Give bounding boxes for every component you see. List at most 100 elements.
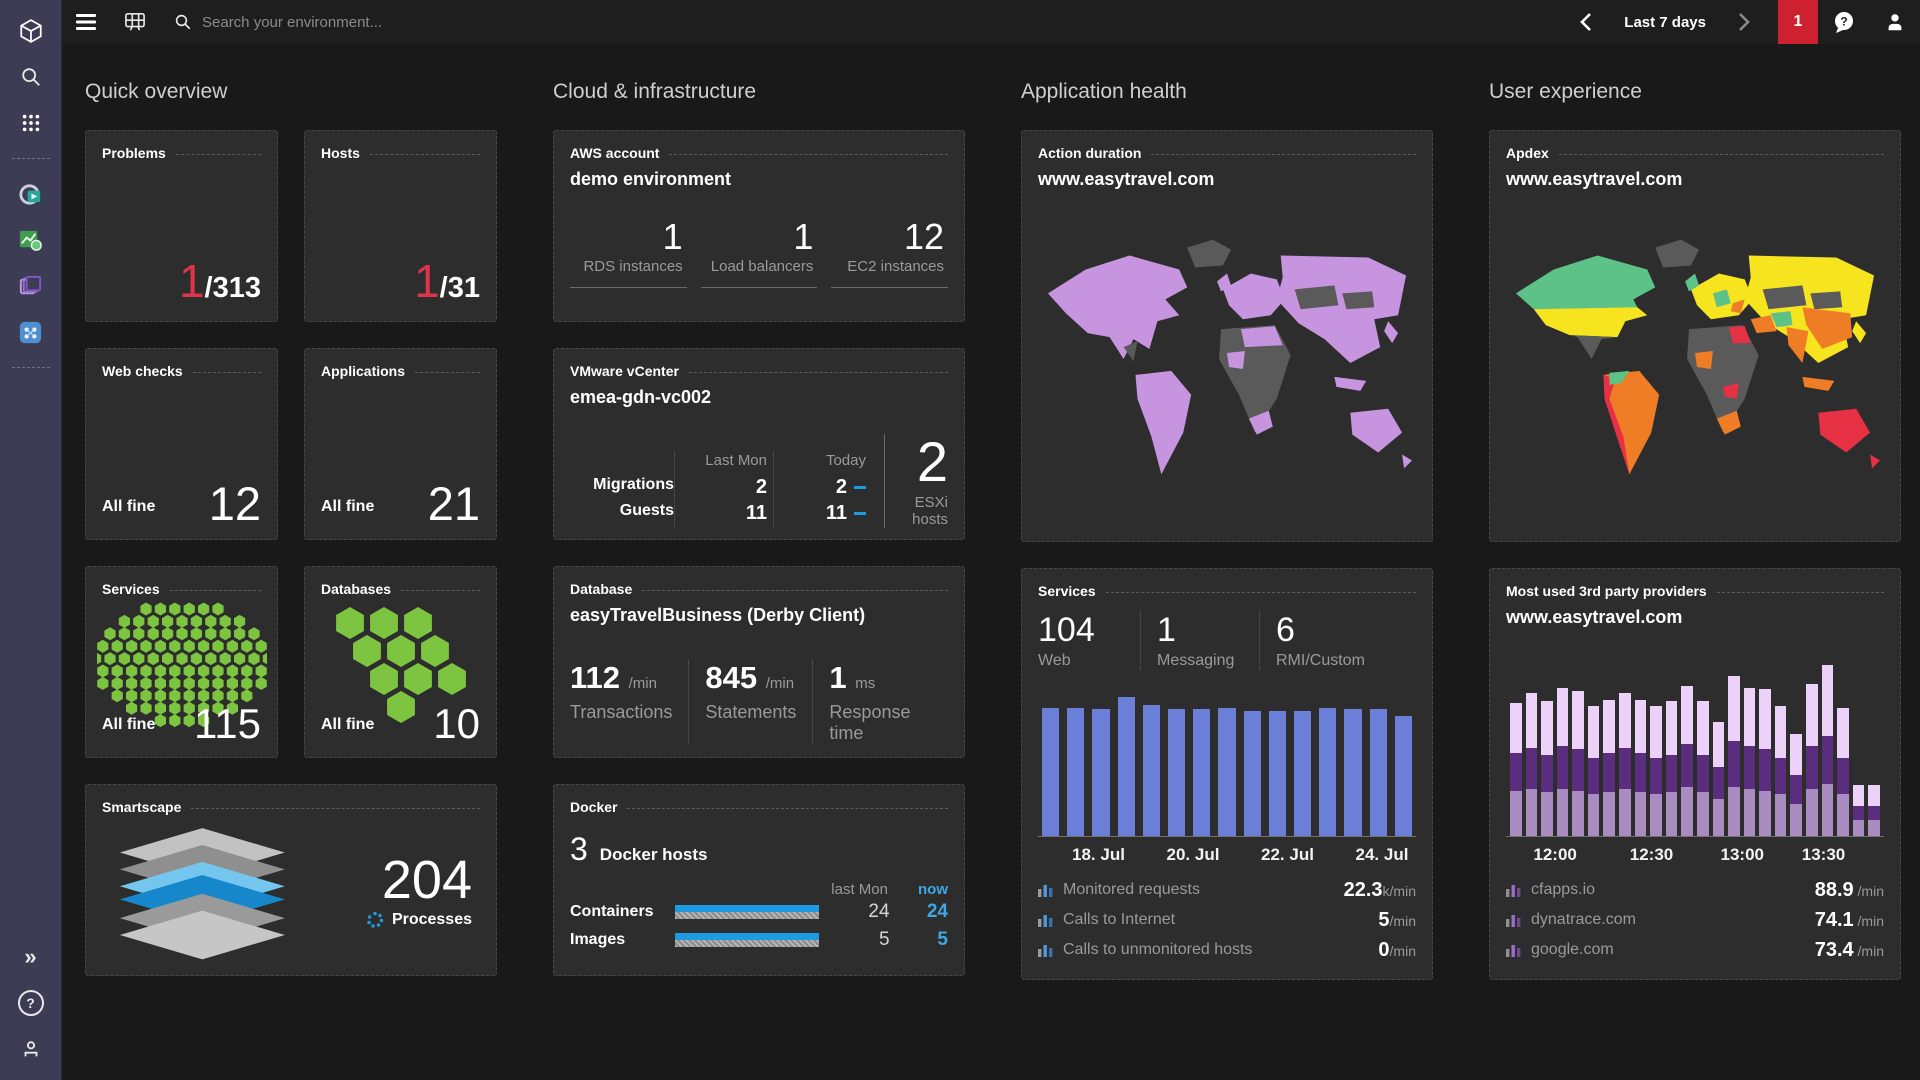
map-region-mexico [1569,334,1618,359]
tile-action-duration[interactable]: Action duration www.easytravel.com [1021,130,1433,542]
timeframe-prev-icon[interactable] [1566,0,1606,44]
tile-services-health[interactable]: Services 104 Web 1 Messaging 6 RMI/Custo… [1021,568,1433,980]
stacked-bar [1868,785,1880,837]
trend-flat-icon [854,512,866,515]
tile-hosts[interactable]: Hosts 1/31 [304,130,497,322]
sidebar-divider [11,158,50,159]
tile-title: Database [570,581,633,597]
services-bar-chart: 18. Jul 20. Jul 22. Jul 24. Jul [1038,684,1416,869]
status-text: All fine [102,498,156,515]
sidebar-item-smartscape-icon[interactable] [0,217,62,263]
docker-row-containers: Containers 24 24 [570,901,948,922]
map-region-asia [1276,255,1407,363]
stacked-bar [1728,675,1740,837]
tile-3rd-party-providers[interactable]: Most used 3rd party providers www.easytr… [1489,568,1901,980]
bar [1117,697,1135,837]
column-title: Quick overview [85,80,228,103]
search-icon[interactable] [0,54,62,100]
dashboards-icon[interactable] [110,0,160,44]
tile-web-checks[interactable]: Web checks All fine 12 [85,348,278,540]
aws-stat-ec2: 12 EC2 instances [831,218,949,288]
tile-databases[interactable]: Databases All fine 10 [304,566,497,758]
tile-applications[interactable]: Applications All fine 21 [304,348,497,540]
sidebar-help-icon[interactable]: ? [0,980,62,1026]
timeframe-next-icon[interactable] [1724,0,1764,44]
sidebar-user-icon[interactable] [0,1026,62,1072]
hosts-total-count: /31 [439,272,480,304]
map-region-kazakh [1762,284,1807,309]
stacked-bar [1603,699,1616,837]
processes-count: 204 [381,850,472,911]
map-region-usa [1533,306,1648,337]
help-chat-icon[interactable]: ? [1818,0,1870,44]
map-region-na [1047,255,1188,359]
tile-aws-account[interactable]: AWS account demo environment 1 RDS insta… [553,130,965,322]
map-region-canada [1515,255,1656,313]
sidebar-item-deployment-icon[interactable] [0,171,62,217]
docker-hosts-label: Docker hosts [599,845,708,864]
tile-vmware-vcenter[interactable]: VMware vCenter emea-gdn-vc002 Migrations… [553,348,965,540]
sidebar-item-network-icon[interactable] [0,309,62,355]
tile-title: VMware vCenter [570,363,679,379]
map-region-kazakh [1294,284,1339,309]
environment-search[interactable]: Search your environment... [160,0,396,44]
esxi-hosts-stat: 2 ESXi hosts [884,434,948,528]
column-header: now [918,881,948,898]
column-header: Last Mon [705,452,767,469]
images-bar [675,933,820,947]
tile-title: Hosts [321,145,360,161]
x-tick-label: 22. Jul [1261,845,1314,864]
aws-stat-load-balancers: 1 Load balancers [700,218,818,288]
user-account-icon[interactable] [1870,0,1920,44]
search-input[interactable]: Search your environment... [202,14,382,31]
metric-row-google: google.com 73.4 /min [1506,935,1884,965]
sidebar-item-technologies-icon[interactable] [0,263,62,309]
metric-row-calls-internet: Calls to Internet 5/min [1038,905,1416,935]
services-stat-messaging: 1 Messaging [1140,611,1259,670]
x-tick-label: 13:30 [1801,845,1846,864]
vmware-table: Migrations Guests Last Mon 2 11 Today 2 [570,434,948,528]
dynatrace-app: » ? Search your environment... Last 7 da… [0,0,1920,1080]
bar [1294,710,1312,837]
column-title: Application health [1021,80,1187,103]
tile-apdex[interactable]: Apdex www.easytravel.com [1489,130,1901,542]
map-region-australia [1350,408,1403,453]
problems-total-count: /313 [204,272,261,304]
timeframe-selector[interactable]: Last 7 days [1606,14,1724,31]
mini-bar-chart-icon [1038,915,1053,927]
smartscape-layers-icon [119,828,285,960]
tile-title: Problems [102,145,166,161]
bar [1394,716,1413,837]
tile-title: Applications [321,363,406,379]
apps-grid-icon[interactable] [0,100,62,146]
services-stat-web: 104 Web [1038,611,1095,669]
application-name: www.easytravel.com [1506,169,1683,189]
web-checks-count: 12 [208,476,261,530]
map-region-af_w [1695,350,1713,369]
hamburger-menu-icon[interactable] [62,0,110,44]
db-stat-response-time: 1 ms Response time [812,660,948,744]
map-region-sa [1135,370,1192,474]
stacked-bar [1681,685,1693,837]
main-area: Search your environment... Last 7 days 1… [62,0,1920,1080]
tile-title: AWS account [570,145,660,161]
map-region-greenland [1655,239,1699,267]
status-text: All fine [321,498,375,515]
tile-services[interactable]: Services All fine 115 [85,566,278,758]
stacked-bar [1821,665,1834,837]
services-stat-rmi: 6 RMI/Custom [1259,611,1381,670]
dynatrace-logo-icon[interactable] [0,8,62,54]
status-text: All fine [102,716,156,733]
bar [1168,709,1186,837]
tile-database[interactable]: Database easyTravelBusiness (Derby Clien… [553,566,965,758]
tile-smartscape[interactable]: Smartscape 204 Processes [85,784,497,976]
stacked-bar [1837,708,1849,837]
tile-title: Smartscape [102,799,182,815]
stacked-bar [1634,699,1647,837]
problems-badge[interactable]: 1 [1778,0,1818,44]
stacked-bar [1541,701,1553,837]
tile-docker[interactable]: Docker 3 Docker hosts last Mon now Conta [553,784,965,976]
metric-row-monitored-requests: Monitored requests 22.3 k/min [1038,875,1416,905]
sidebar-expand-icon[interactable]: » [0,934,62,980]
tile-problems[interactable]: Problems 1/313 [85,130,278,322]
